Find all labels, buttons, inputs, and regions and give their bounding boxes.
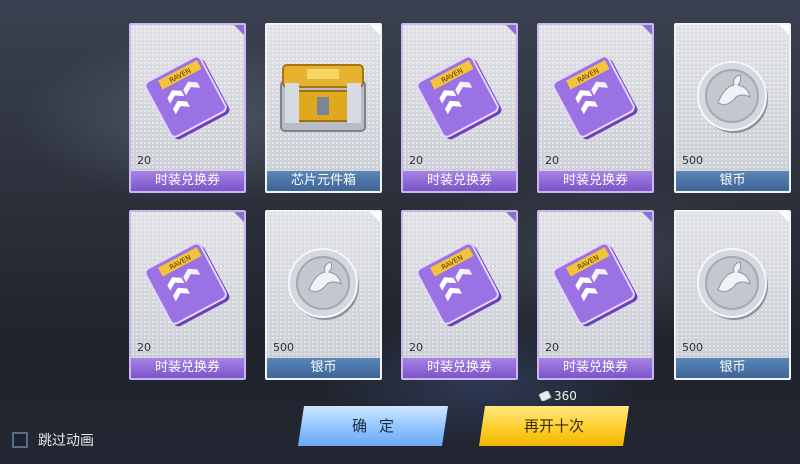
reward-card-4[interactable]: RAVEN 20 时装兑换券 [537,23,654,193]
reward-card-1[interactable]: RAVEN 20 时装兑换券 [129,23,246,193]
item-name: 时装兑换券 [539,171,652,191]
reward-card-10[interactable]: 500 银币 [674,210,791,380]
item-name: 时装兑换券 [403,358,516,378]
item-name: 时装兑换券 [539,358,652,378]
draw-cost: 360 [538,389,577,403]
item-quantity: 20 [137,341,151,354]
silver-coin-icon [676,212,789,340]
skip-animation-label: 跳过动画 [38,433,94,449]
item-name: 银币 [267,358,380,378]
ticket-icon [538,391,552,401]
item-quantity: 500 [682,341,703,354]
chip-component-chest-icon [267,25,380,153]
item-name: 时装兑换券 [131,358,244,378]
fashion-voucher-icon: RAVEN [403,25,516,153]
item-name: 芯片元件箱 [267,171,380,191]
draw-cost-value: 360 [554,389,577,403]
fashion-voucher-icon: RAVEN [539,212,652,340]
item-quantity: 20 [409,154,423,167]
item-name: 银币 [676,171,789,191]
fashion-voucher-icon: RAVEN [131,25,244,153]
fashion-voucher-icon: RAVEN [131,212,244,340]
item-quantity: 20 [409,341,423,354]
fashion-voucher-icon: RAVEN [403,212,516,340]
reward-card-8[interactable]: RAVEN 20 时装兑换券 [401,210,518,380]
silver-coin-icon [676,25,789,153]
reward-card-3[interactable]: RAVEN 20 时装兑换券 [401,23,518,193]
skip-animation-checkbox[interactable] [12,432,28,448]
item-quantity: 500 [273,341,294,354]
confirm-button[interactable]: 确定 [298,406,448,446]
silver-coin-icon [267,212,380,340]
item-quantity: 20 [137,154,151,167]
skip-animation-toggle[interactable]: 跳过动画 [12,430,94,450]
item-quantity: 20 [545,154,559,167]
draw-ten-again-button[interactable]: 再开十次 [479,406,629,446]
fashion-voucher-icon: RAVEN [539,25,652,153]
item-quantity: 20 [545,341,559,354]
reward-card-9[interactable]: RAVEN 20 时装兑换券 [537,210,654,380]
item-quantity: 500 [682,154,703,167]
reward-card-5[interactable]: 500 银币 [674,23,791,193]
item-name: 银币 [676,358,789,378]
item-name: 时装兑换券 [403,171,516,191]
item-name: 时装兑换券 [131,171,244,191]
reward-card-2[interactable]: 芯片元件箱 [265,23,382,193]
reward-card-6[interactable]: RAVEN 20 时装兑换券 [129,210,246,380]
reward-card-7[interactable]: 500 银币 [265,210,382,380]
